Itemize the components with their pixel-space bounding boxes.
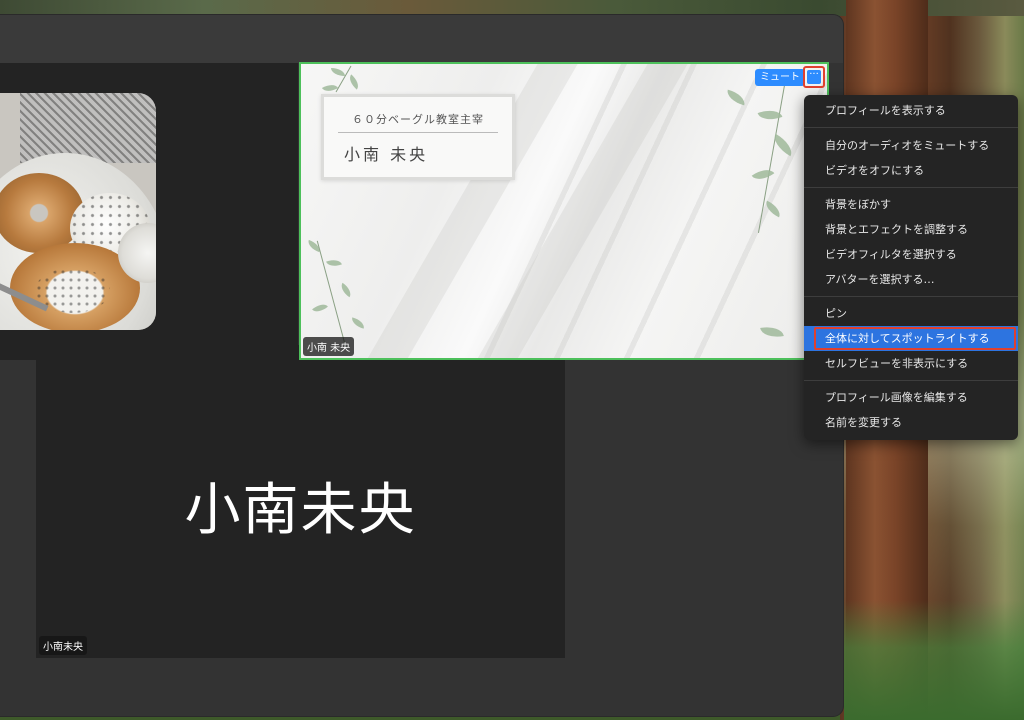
presenter-card: ６０分ベーグル教室主宰 小南 未央 — [321, 94, 515, 180]
menu-separator — [804, 187, 1018, 188]
forest-grass — [844, 600, 1024, 720]
leaf-stem — [316, 240, 347, 348]
cooling-rack — [20, 93, 156, 163]
presenter-title: ６０分ベーグル教室主宰 — [352, 113, 484, 126]
menu-item-choose-avatar[interactable]: アバターを選択する… — [804, 267, 1018, 292]
leaf — [306, 239, 322, 253]
participant-tile-name[interactable]: 小南未央 小南未央 — [36, 345, 565, 658]
participant-video-tile[interactable]: ６０分ベーグル教室主宰 小南 未央 小南 未央 — [299, 62, 829, 360]
mute-button[interactable]: ミュート — [755, 69, 805, 86]
leaf — [326, 256, 342, 270]
menu-item-video-filter[interactable]: ビデオフィルタを選択する — [804, 242, 1018, 267]
leaf — [312, 300, 328, 316]
menu-item-spotlight-for-everyone[interactable]: 全体に対してスポットライトする — [804, 326, 1018, 351]
window-top-bar — [0, 15, 843, 63]
menu-item-view-profile[interactable]: プロフィールを表示する — [804, 98, 1018, 123]
menu-separator — [804, 296, 1018, 297]
more-options-button[interactable]: ··· — [803, 66, 825, 88]
leaf — [350, 317, 366, 329]
menu-separator — [804, 380, 1018, 381]
menu-item-mute-my-audio[interactable]: 自分のオーディオをミュートする — [804, 133, 1018, 158]
highlight-outline — [814, 327, 1016, 350]
menu-separator — [804, 127, 1018, 128]
card-divider — [338, 132, 498, 133]
participant-display-name: 小南未央 — [184, 478, 417, 543]
menu-item-stop-video[interactable]: ビデオをオフにする — [804, 158, 1018, 183]
leaf — [321, 81, 339, 95]
menu-item-rename[interactable]: 名前を変更する — [804, 410, 1018, 435]
menu-item-edit-profile-picture[interactable]: プロフィール画像を編集する — [804, 385, 1018, 410]
leaf — [337, 282, 355, 298]
leaf — [331, 68, 345, 76]
leaf — [760, 324, 784, 340]
leaf — [346, 74, 362, 90]
menu-item-hide-self-view[interactable]: セルフビューを非表示にする — [804, 351, 1018, 376]
participant-context-menu: プロフィールを表示する 自分のオーディオをミュートする ビデオをオフにする 背景… — [804, 95, 1018, 440]
participant-name-tag: 小南未央 — [39, 636, 87, 655]
menu-item-pin[interactable]: ピン — [804, 301, 1018, 326]
menu-item-background-effects[interactable]: 背景とエフェクトを調整する — [804, 217, 1018, 242]
menu-item-blur-background[interactable]: 背景をぼかす — [804, 192, 1018, 217]
participant-name-tag: 小南 未央 — [303, 337, 355, 356]
presenter-name: 小南 未央 — [344, 145, 429, 164]
bagel-photo — [0, 93, 156, 330]
more-icon: ··· — [807, 70, 821, 84]
